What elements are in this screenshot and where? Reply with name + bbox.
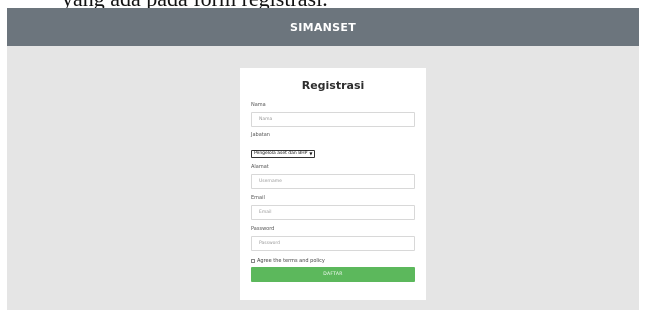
daftar-button[interactable]: DAFTAR	[251, 267, 415, 282]
brand-title: SIMANSET	[289, 20, 357, 34]
agree-terms-label: Agree the terms and policy	[257, 257, 325, 264]
alamat-input[interactable]: Username	[251, 174, 415, 189]
email-label: Email	[251, 195, 265, 201]
registration-card: Registrasi Nama Nama Jabatan Pengelola a…	[240, 68, 426, 300]
email-input[interactable]: Email	[251, 205, 415, 220]
agree-terms-checkbox[interactable]	[251, 258, 255, 263]
agree-terms-row: Agree the terms and policy	[251, 257, 415, 264]
chevron-down-icon: ▼	[309, 151, 313, 156]
jabatan-select[interactable]: Pengelola aset dan BHP ▼	[251, 149, 316, 158]
alamat-label: Alamat	[251, 164, 269, 170]
password-label: Password	[251, 226, 275, 232]
nama-label: Nama	[251, 102, 266, 108]
jabatan-selected-value: Pengelola aset dan BHP	[254, 151, 308, 156]
password-input[interactable]: Password	[251, 236, 415, 251]
nama-input[interactable]: Nama	[251, 112, 415, 127]
jabatan-label: Jabatan	[251, 132, 270, 138]
app-header: SIMANSET	[7, 8, 639, 46]
form-title: Registrasi	[301, 79, 365, 92]
